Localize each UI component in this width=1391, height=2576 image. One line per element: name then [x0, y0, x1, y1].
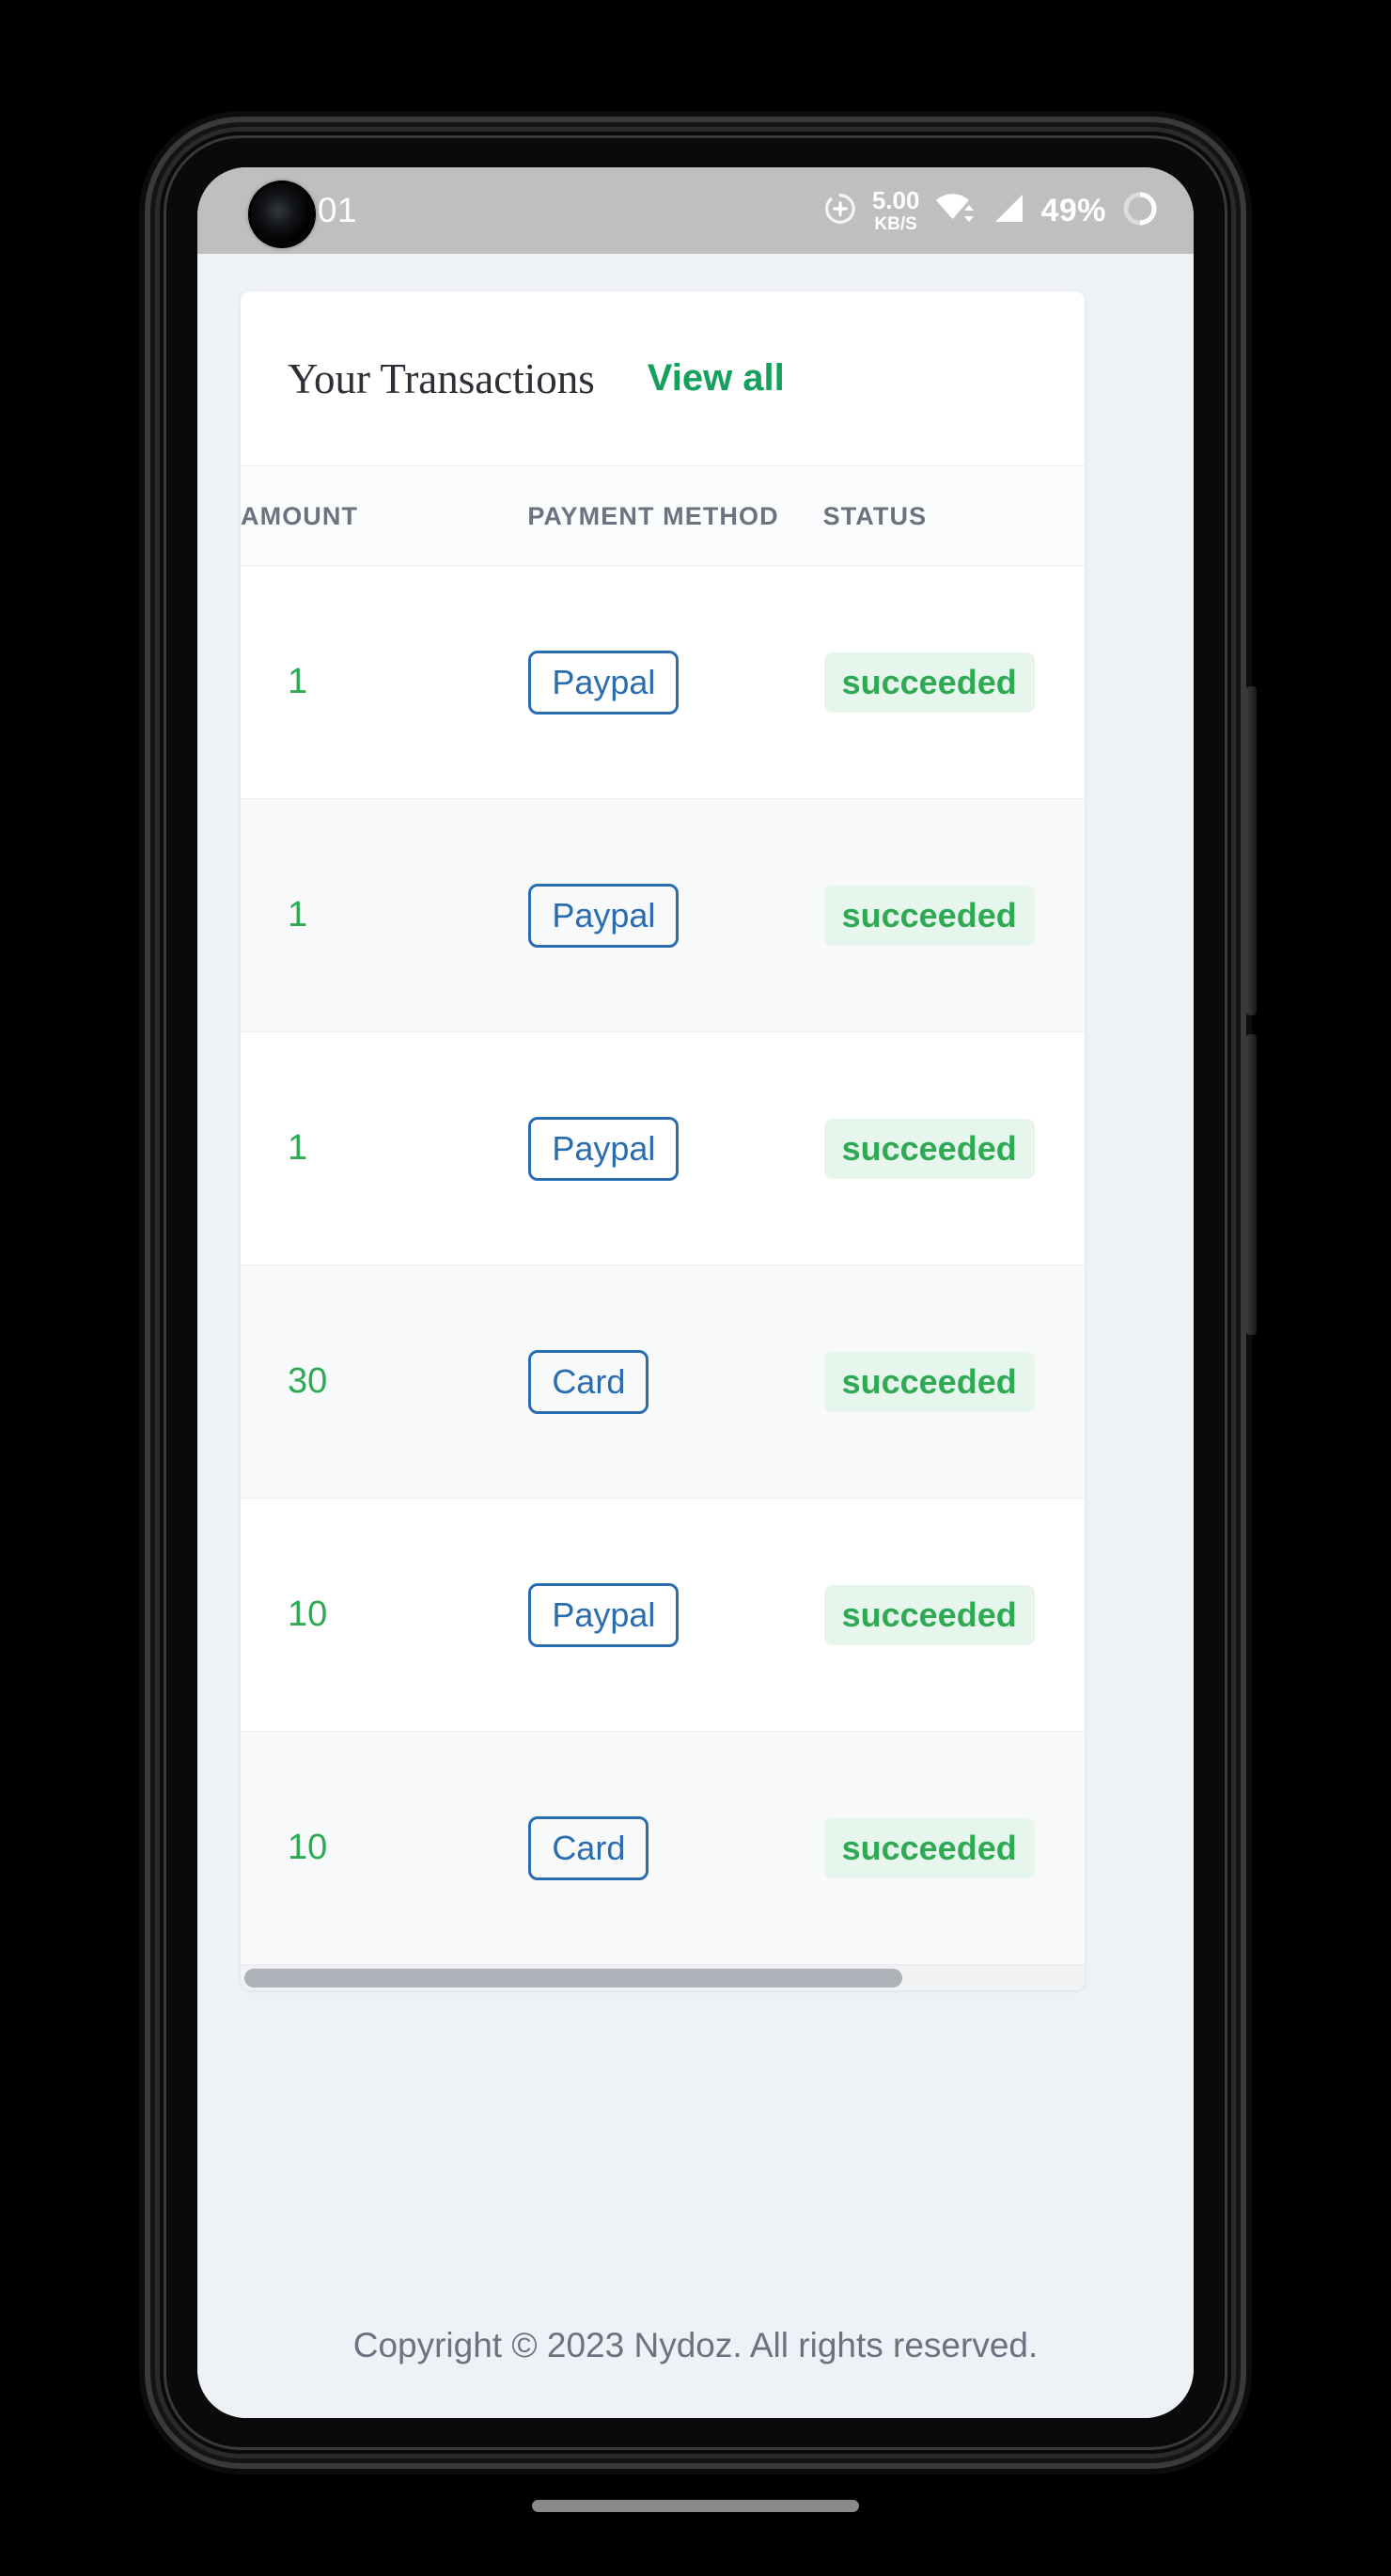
- cell-amount: 10: [241, 1498, 528, 1732]
- cell-amount: 1: [241, 565, 528, 799]
- column-header-payment-method: PAYMENT METHOD: [527, 466, 823, 566]
- network-speed-indicator: 5.00 KB/S: [872, 188, 920, 233]
- cell-payment-method: Paypal: [527, 1031, 823, 1265]
- battery-ring-icon: [1120, 189, 1160, 233]
- status-badge: succeeded: [823, 1817, 1035, 1878]
- payment-method-badge[interactable]: Card: [528, 1349, 649, 1414]
- cell-payment-method: Card: [527, 1264, 823, 1499]
- app-page-body: Your Transactions View all AMOUNT PAYMEN…: [197, 254, 1194, 2418]
- transactions-card-header: Your Transactions View all: [241, 291, 1085, 466]
- status-bar: 5:01 5.00 KB/S 49%: [197, 167, 1194, 254]
- transactions-table-body: 1 Paypal succeeded 1 Paypal succeeded 1 …: [241, 565, 1085, 1965]
- column-header-amount: AMOUNT: [241, 466, 528, 566]
- table-scrollbar-thumb[interactable]: [244, 1969, 903, 1987]
- payment-method-badge[interactable]: Card: [528, 1815, 649, 1880]
- cell-status: succeeded: [822, 1498, 1085, 1732]
- payment-method-badge[interactable]: Paypal: [528, 1116, 680, 1181]
- phone-screen: 5:01 5.00 KB/S 49% Your Transactions Vie…: [197, 167, 1194, 2418]
- cell-status: succeeded: [822, 1731, 1085, 1965]
- amount-value: 1: [288, 662, 308, 701]
- plus-circle-icon: [822, 191, 858, 231]
- view-all-link[interactable]: View all: [648, 357, 785, 400]
- power-button[interactable]: [1246, 686, 1257, 1015]
- status-badge: succeeded: [823, 885, 1035, 946]
- status-badge: succeeded: [823, 1584, 1035, 1645]
- cell-amount: 1: [241, 1031, 528, 1265]
- amount-value: 1: [288, 895, 308, 935]
- cellular-signal-icon: [991, 191, 1026, 231]
- table-row[interactable]: 1 Paypal succeeded: [241, 1031, 1085, 1265]
- cell-payment-method: Paypal: [527, 565, 823, 799]
- status-badge: succeeded: [823, 652, 1035, 713]
- table-row[interactable]: 10 Card succeeded: [241, 1731, 1085, 1965]
- payment-method-badge[interactable]: Paypal: [528, 1582, 680, 1647]
- table-row[interactable]: 1 Paypal succeeded: [241, 565, 1085, 799]
- status-badge: succeeded: [823, 1118, 1035, 1179]
- transactions-table: AMOUNT PAYMENT METHOD STATUS 1 Paypal su…: [241, 466, 1085, 1965]
- camera-punch-hole-icon: [252, 184, 312, 244]
- volume-button[interactable]: [1246, 1034, 1257, 1335]
- payment-method-badge[interactable]: Paypal: [528, 883, 680, 948]
- network-speed-value: 5.00: [871, 186, 920, 214]
- cell-status: succeeded: [822, 1264, 1085, 1499]
- amount-value: 30: [288, 1361, 328, 1401]
- footer-copyright: Copyright © 2023 Nydoz. All rights reser…: [352, 2326, 1039, 2364]
- home-gesture-pill[interactable]: [532, 2500, 859, 2512]
- cell-status: succeeded: [822, 565, 1085, 799]
- cell-amount: 30: [241, 1264, 528, 1499]
- table-row[interactable]: 30 Card succeeded: [241, 1264, 1085, 1499]
- cell-payment-method: Card: [527, 1731, 823, 1965]
- column-header-status: STATUS: [822, 466, 1085, 566]
- cell-amount: 1: [241, 798, 528, 1032]
- battery-percent-label: 49%: [1040, 192, 1106, 228]
- table-row[interactable]: 10 Paypal succeeded: [241, 1498, 1085, 1732]
- network-speed-unit: KB/S: [874, 214, 917, 234]
- table-header-row: AMOUNT PAYMENT METHOD STATUS: [241, 466, 1085, 566]
- amount-value: 1: [288, 1128, 308, 1168]
- status-bar-icons: 5.00 KB/S 49%: [822, 188, 1160, 233]
- amount-value: 10: [288, 1594, 328, 1634]
- table-row[interactable]: 1 Paypal succeeded: [241, 798, 1085, 1032]
- cell-payment-method: Paypal: [527, 1498, 823, 1732]
- cell-payment-method: Paypal: [527, 798, 823, 1032]
- cell-status: succeeded: [822, 1031, 1085, 1265]
- cell-amount: 10: [241, 1731, 528, 1965]
- amount-value: 10: [288, 1828, 328, 1867]
- payment-method-badge[interactable]: Paypal: [528, 650, 680, 715]
- transactions-card: Your Transactions View all AMOUNT PAYMEN…: [241, 291, 1085, 1990]
- table-horizontal-scrollbar[interactable]: [241, 1965, 1085, 1990]
- status-badge: succeeded: [823, 1351, 1035, 1412]
- page-title: Your Transactions: [288, 354, 595, 402]
- wifi-icon: [933, 190, 977, 232]
- phone-device-frame: 5:01 5.00 KB/S 49% Your Transactions Vie…: [160, 132, 1257, 2512]
- cell-status: succeeded: [822, 798, 1085, 1032]
